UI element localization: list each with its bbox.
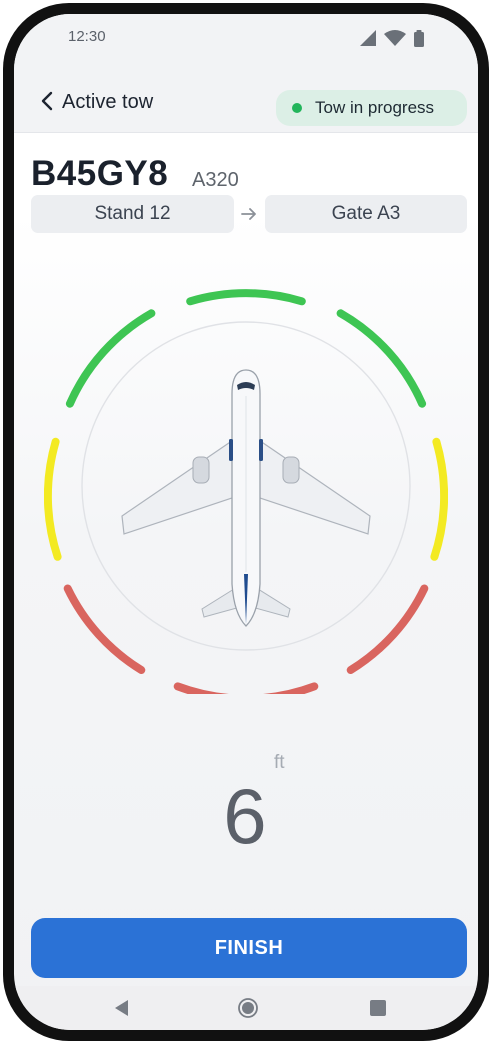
distance-value: 6 [223, 772, 267, 860]
home-circle-icon[interactable] [236, 996, 260, 1020]
signal-icon [360, 30, 376, 46]
phone-frame: 12:30 Active tow Tow in progress B45GY8 … [3, 3, 489, 1041]
distance-unit: ft [274, 752, 285, 773]
gauge-segment-bottom [173, 682, 319, 694]
proximity-gauge [44, 289, 448, 694]
gauge-segment-bottom-right [346, 584, 429, 674]
status-icons [360, 30, 424, 47]
gauge-segment-right [430, 437, 448, 561]
status-badge-label: Tow in progress [315, 98, 435, 117]
app-header: Active tow Tow in progress [14, 62, 478, 133]
aircraft-type: A320 [192, 169, 239, 191]
gauge-segment-bottom-left [63, 584, 146, 674]
gauge-segment-top-left [65, 309, 156, 408]
wifi-icon [384, 30, 406, 46]
status-dot-icon [292, 103, 302, 113]
status-badge: Tow in progress [276, 90, 467, 126]
aircraft-registration: B45GY8 [31, 154, 169, 193]
recents-square-icon[interactable] [366, 996, 390, 1020]
route-origin: Stand 12 [31, 195, 234, 233]
gauge-segment-top-right [336, 309, 427, 408]
airplane-icon [121, 369, 371, 627]
battery-icon [414, 30, 424, 47]
system-nav-bar [14, 986, 478, 1030]
arrow-right-icon [241, 208, 256, 220]
status-time: 12:30 [68, 28, 106, 45]
back-triangle-icon[interactable] [110, 996, 134, 1020]
gauge-segment-left [44, 437, 62, 561]
app-screen: 12:30 Active tow Tow in progress B45GY8 … [14, 14, 478, 1030]
finish-button[interactable]: FINISH [31, 918, 467, 978]
gauge-segment-top [186, 289, 306, 306]
route-destination: Gate A3 [265, 195, 467, 233]
back-chevron-icon[interactable] [38, 90, 58, 112]
status-bar: 12:30 [14, 14, 478, 62]
page-title[interactable]: Active tow [62, 91, 153, 114]
